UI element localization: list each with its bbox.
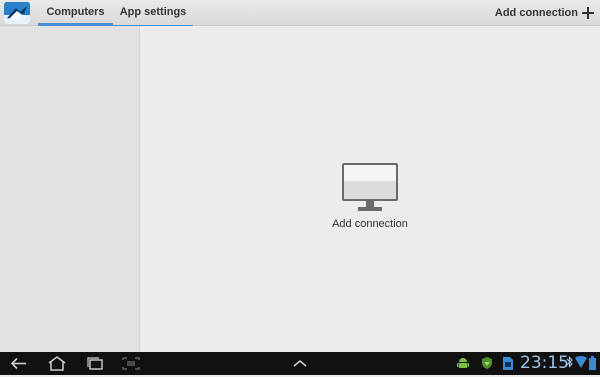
wifi-icon [575, 356, 587, 374]
add-connection-label: Add connection [494, 6, 578, 19]
clock: 23:15 [520, 353, 569, 373]
shield-icon [480, 356, 494, 375]
app-logo-icon[interactable] [4, 2, 30, 24]
sd-card-icon [502, 356, 514, 376]
back-icon[interactable] [8, 355, 30, 372]
bluetooth-icon [566, 355, 574, 374]
screenshot-icon[interactable] [120, 355, 142, 372]
plus-icon [582, 7, 594, 19]
empty-state-label: Add connection [332, 218, 408, 230]
empty-state-add-connection[interactable]: Add connection [312, 162, 428, 230]
main-content: Add connection [140, 26, 600, 352]
android-debug-icon [456, 356, 470, 375]
recent-apps-icon[interactable] [84, 355, 106, 372]
home-icon[interactable] [46, 355, 68, 372]
computers-list-pane [0, 26, 140, 352]
add-connection-button[interactable]: Add connection [495, 0, 594, 26]
tab-computers[interactable]: Computers [38, 0, 113, 26]
battery-icon [589, 356, 596, 375]
monitor-icon [342, 163, 398, 211]
action-bar: Computers App settings Add connection [0, 0, 600, 26]
tab-app-settings[interactable]: App settings [113, 0, 193, 26]
system-bar: 23:15 [0, 352, 600, 375]
up-chevron-icon[interactable] [289, 355, 311, 372]
